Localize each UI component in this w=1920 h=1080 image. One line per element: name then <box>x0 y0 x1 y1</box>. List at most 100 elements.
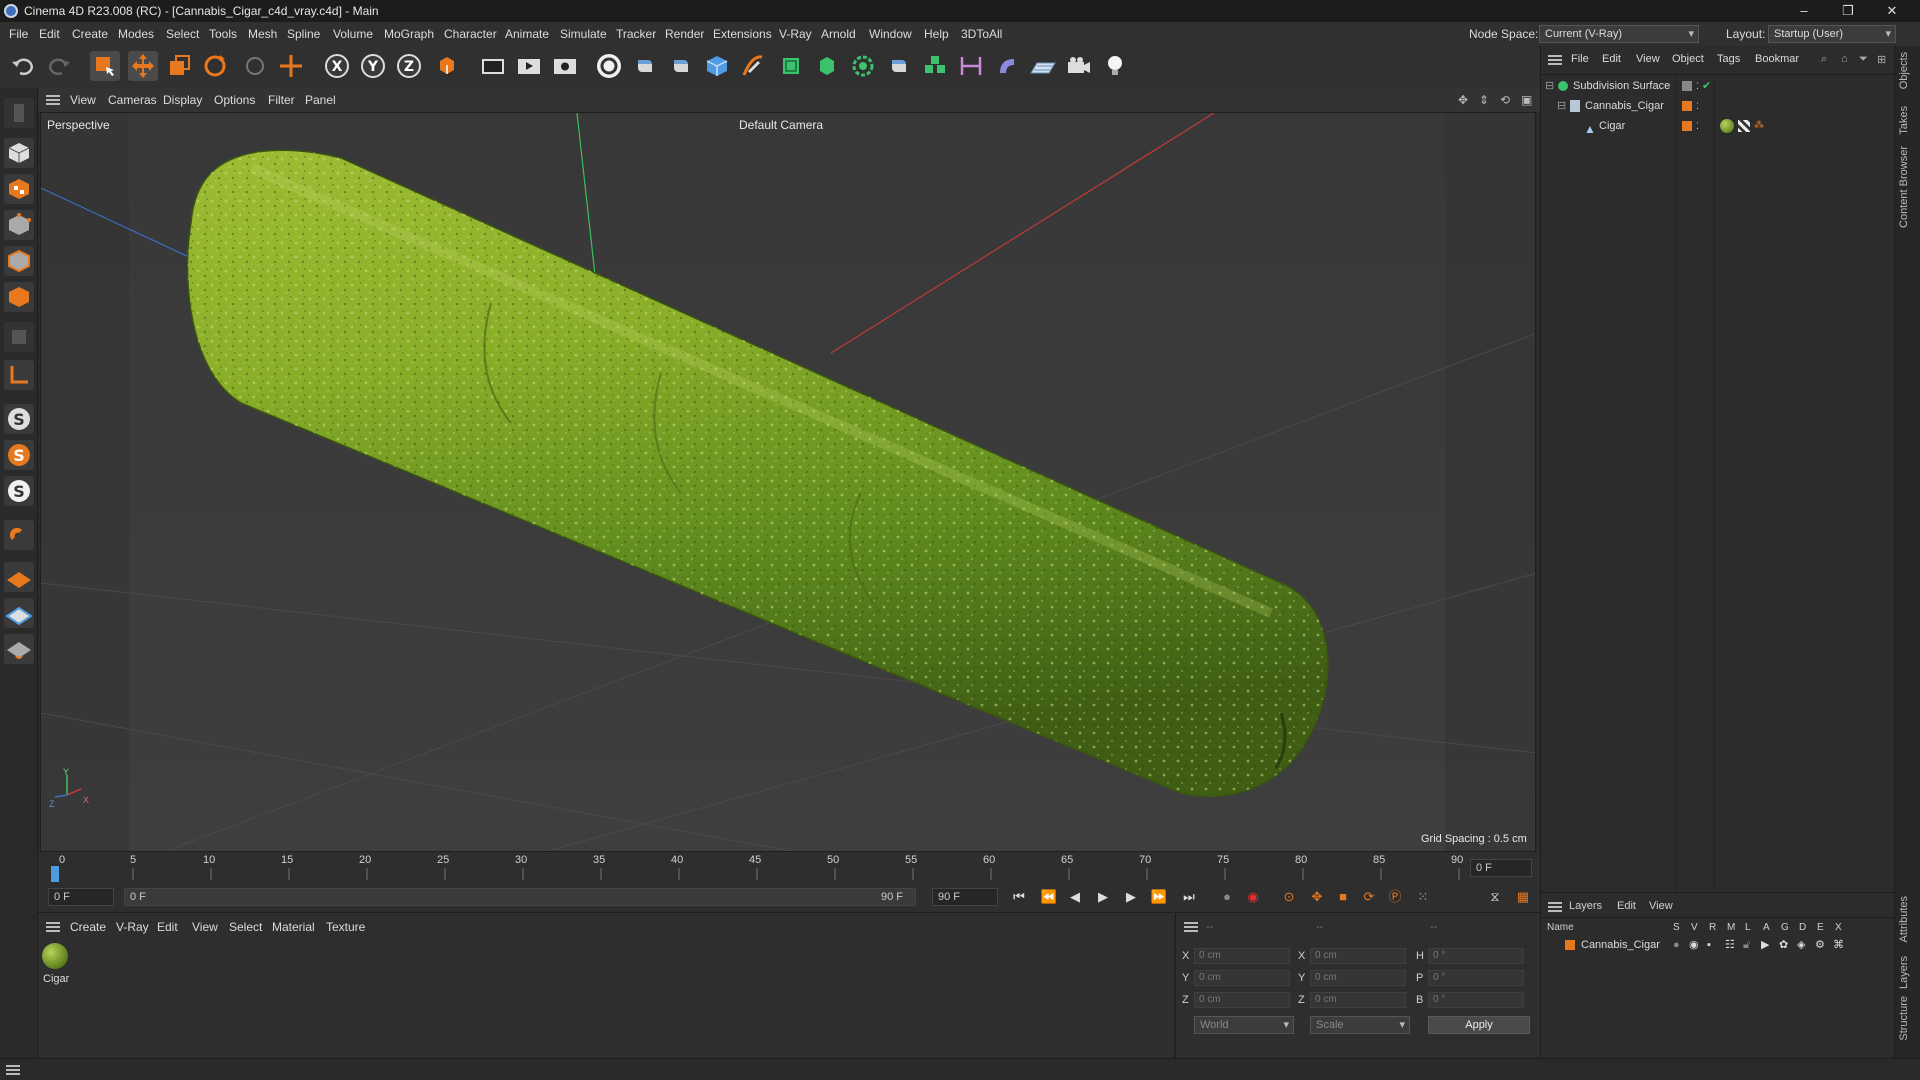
viewport-menu-cameras[interactable]: Cameras <box>108 93 157 107</box>
next-key-icon[interactable]: ⏩ <box>1148 887 1170 907</box>
menu-character[interactable]: Character <box>444 27 497 41</box>
python-generator-icon[interactable] <box>884 51 914 81</box>
material-menu-vray[interactable]: V-Ray <box>116 920 149 934</box>
scale-x-field[interactable]: 0 cm <box>1310 948 1406 964</box>
snap-icon[interactable]: S <box>4 404 34 434</box>
layer-name[interactable]: Cannabis_Cigar <box>1581 935 1660 955</box>
tab-layers[interactable]: Layers <box>1898 956 1910 989</box>
pos-y-field[interactable]: 0 cm <box>1194 970 1290 986</box>
tab-attributes[interactable]: Attributes <box>1898 896 1910 942</box>
start-frame-field[interactable]: 0 F <box>48 888 114 906</box>
object-menu-file[interactable]: File <box>1571 53 1589 65</box>
material-menu-edit[interactable]: Edit <box>157 920 178 934</box>
material-menu-select[interactable]: Select <box>229 920 262 934</box>
viewport-rotate-icon[interactable]: ⟲ <box>1500 93 1510 107</box>
scale-y-field[interactable]: 0 cm <box>1310 970 1406 986</box>
key-parameter-icon[interactable]: Ⓟ <box>1384 887 1406 907</box>
end-frame-field[interactable]: 90 F <box>932 888 998 906</box>
record-keys-icon[interactable]: ● <box>1216 887 1238 907</box>
menu-vray[interactable]: V-Ray <box>779 27 812 41</box>
points-mode-icon[interactable] <box>4 210 34 240</box>
layer-xref-icon[interactable]: ⌘ <box>1833 935 1844 955</box>
tab-content-browser[interactable]: Content Browser <box>1898 146 1910 228</box>
move-tool-icon[interactable] <box>128 51 158 81</box>
object-row-cannabis-cigar[interactable]: ⊟ Cannabis_Cigar ⁚ <box>1541 96 1895 116</box>
pen-spline-icon[interactable] <box>738 51 768 81</box>
goto-end-icon[interactable]: ⏭ <box>1178 887 1200 907</box>
material-menu-texture[interactable]: Texture <box>326 920 365 934</box>
menu-simulate[interactable]: Simulate <box>560 27 607 41</box>
menu-mograph[interactable]: MoGraph <box>384 27 434 41</box>
camera-label[interactable]: Default Camera <box>739 118 823 132</box>
object-new-window-icon[interactable]: ⊞ <box>1877 53 1886 66</box>
viewport-maximize-icon[interactable]: ▣ <box>1521 93 1532 107</box>
model-mode-icon[interactable] <box>4 138 34 168</box>
object-name[interactable]: Cigar <box>1599 116 1625 136</box>
tab-takes[interactable]: Takes <box>1898 106 1910 135</box>
visibility-dots-icon[interactable]: ⁚ <box>1696 76 1699 96</box>
layer-col-locked[interactable]: L <box>1745 922 1751 933</box>
menu-extensions[interactable]: Extensions <box>713 27 772 41</box>
grid-snap-icon[interactable] <box>4 598 34 628</box>
timeline-ruler[interactable]: 0 5 10 15 20 25 30 35 40 45 50 55 60 65 … <box>38 852 1540 882</box>
uv-mode-icon[interactable] <box>4 322 34 352</box>
render-picture-viewer-icon[interactable] <box>514 51 544 81</box>
minimize-button[interactable]: – <box>1784 0 1824 22</box>
layer-col-animation[interactable]: A <box>1763 922 1770 933</box>
layer-col-xref[interactable]: X <box>1835 922 1842 933</box>
scale-z-field[interactable]: 0 cm <box>1310 992 1406 1008</box>
menu-select[interactable]: Select <box>166 27 199 41</box>
visibility-dots-icon[interactable]: ⁚ <box>1696 116 1699 136</box>
layer-render-icon[interactable]: ▪ <box>1707 935 1711 955</box>
render-settings-icon[interactable] <box>550 51 580 81</box>
menu-create[interactable]: Create <box>72 27 108 41</box>
layer-solo-icon[interactable]: ● <box>1673 935 1680 955</box>
layer-generator-icon[interactable]: ✿ <box>1779 935 1788 955</box>
layer-deformer-icon[interactable]: ◈ <box>1797 935 1805 955</box>
layer-row[interactable]: Cannabis_Cigar ● ◉ ▪ ☷ 🔓︎ ▶ ✿ ◈ ⚙ ⌘ <box>1541 935 1895 955</box>
object-name[interactable]: Subdivision Surface <box>1573 76 1670 96</box>
menu-edit[interactable]: Edit <box>39 27 60 41</box>
coord-space-select[interactable]: World <box>1194 1016 1294 1034</box>
close-button[interactable]: ✕ <box>1872 0 1912 22</box>
uvw-tag-icon[interactable] <box>1738 120 1750 132</box>
recent-tool-icon[interactable] <box>240 51 270 81</box>
play-icon[interactable]: ▶ <box>1092 887 1114 907</box>
object-row-subdivision-surface[interactable]: ⊟ Subdivision Surface ⁚ ✔ <box>1541 76 1895 96</box>
viewport-menu-view[interactable]: View <box>70 93 96 107</box>
layer-col-name[interactable]: Name <box>1547 922 1574 933</box>
menu-render[interactable]: Render <box>665 27 704 41</box>
cloner-icon[interactable] <box>848 51 878 81</box>
floor-object-icon[interactable] <box>1028 51 1058 81</box>
measure-tool-icon[interactable] <box>956 51 986 81</box>
menu-window[interactable]: Window <box>869 27 912 41</box>
layer-menu-icon[interactable] <box>1548 902 1562 912</box>
menu-spline[interactable]: Spline <box>287 27 320 41</box>
object-home-icon[interactable]: ⌂ <box>1841 53 1848 65</box>
magnet-icon[interactable] <box>4 520 34 550</box>
viewport-menu-display[interactable]: Display <box>163 93 202 107</box>
object-row-cigar[interactable]: ▲ Cigar ⁚ ⁂ <box>1541 116 1895 136</box>
key-position-icon[interactable]: ✥ <box>1306 887 1328 907</box>
python-script-icon[interactable] <box>630 51 660 81</box>
layer-manager-icon[interactable]: ☷ <box>1725 935 1735 955</box>
viewport-menu-icon[interactable] <box>46 95 60 105</box>
layer-color-icon[interactable] <box>1565 940 1575 950</box>
cube-primitive-icon[interactable] <box>702 51 732 81</box>
rot-h-field[interactable]: 0 ° <box>1428 948 1524 964</box>
layer-col-deformers[interactable]: D <box>1799 922 1806 933</box>
next-frame-icon[interactable]: ▶ <box>1120 887 1142 907</box>
scale-tool-icon[interactable] <box>164 51 194 81</box>
layer-col-view[interactable]: V <box>1691 922 1698 933</box>
layer-color-icon[interactable] <box>1682 121 1692 131</box>
menu-animate[interactable]: Animate <box>505 27 549 41</box>
rot-p-field[interactable]: 0 ° <box>1428 970 1524 986</box>
layer-col-manager[interactable]: M <box>1727 922 1735 933</box>
restore-button[interactable]: ❐ <box>1828 0 1868 22</box>
object-menu-bookmarks[interactable]: Bookmar <box>1755 53 1799 65</box>
object-filter-icon[interactable]: ⏷ <box>1859 53 1868 66</box>
object-menu-icon[interactable] <box>1548 55 1562 65</box>
viewport-menu-options[interactable]: Options <box>214 93 255 107</box>
tree-expand-icon[interactable]: ⊟ <box>1557 96 1566 116</box>
viewport-menu-filter[interactable]: Filter <box>268 93 295 107</box>
